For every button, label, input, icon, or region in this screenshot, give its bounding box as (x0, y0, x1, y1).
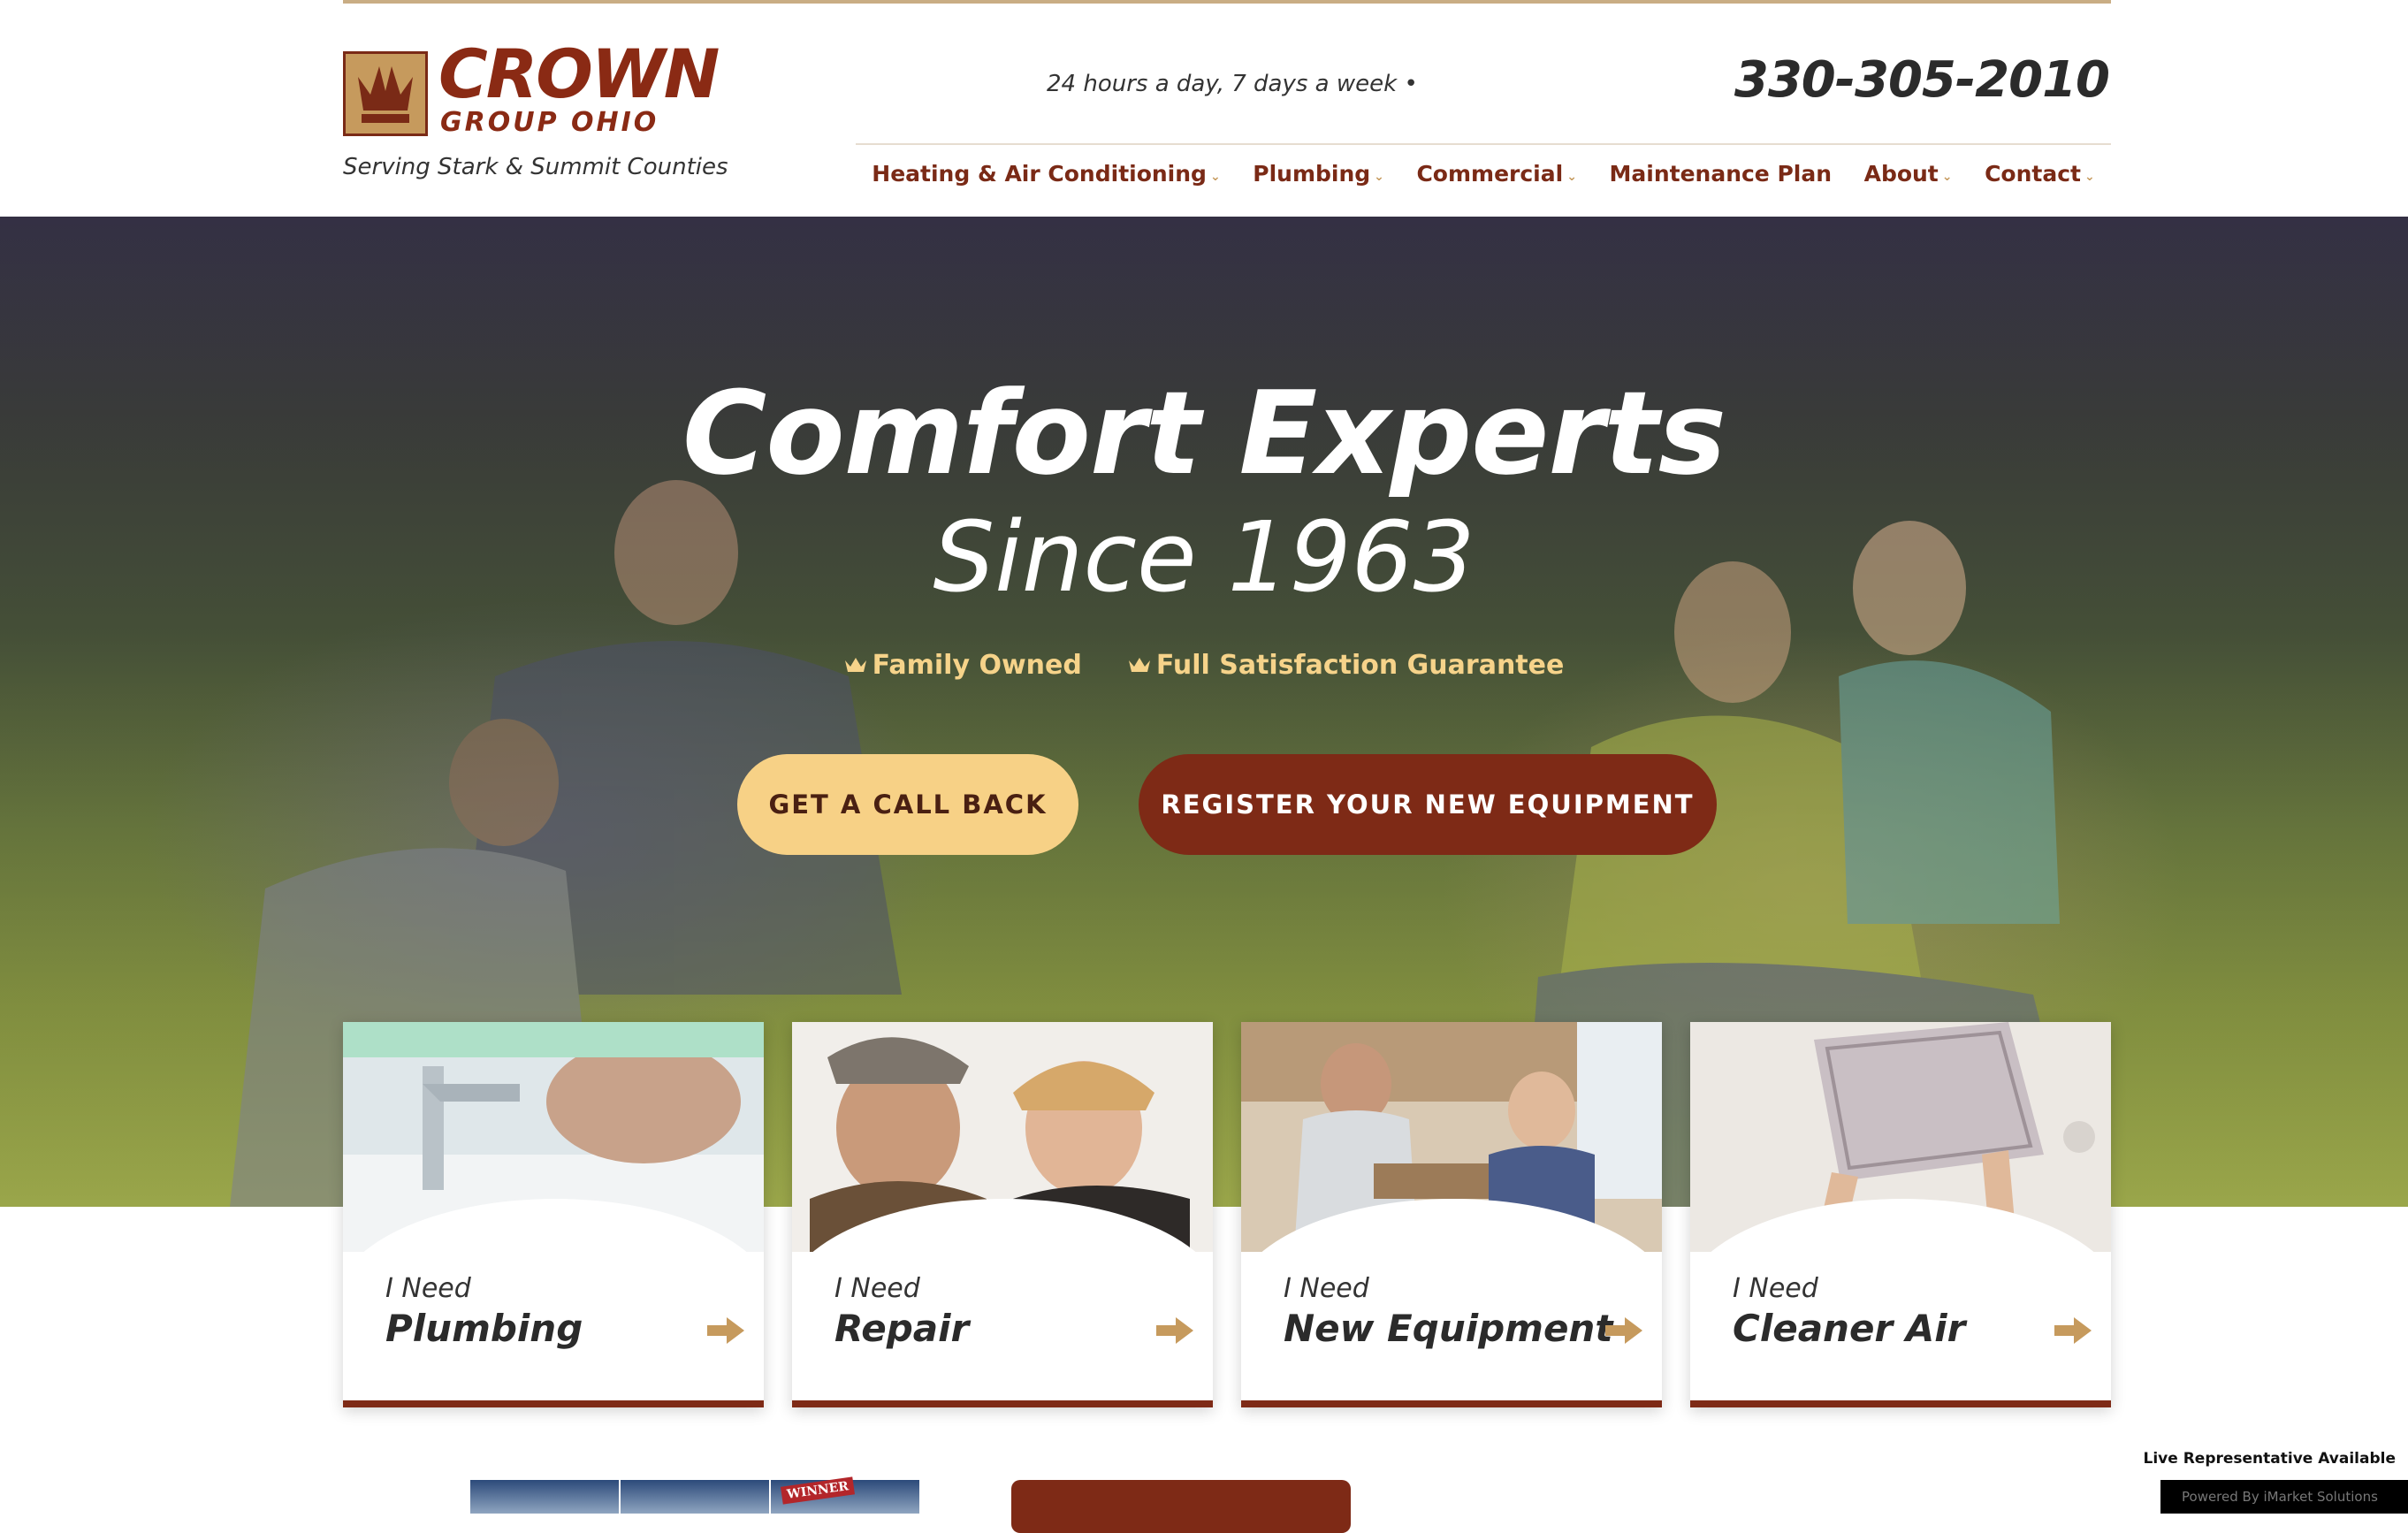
nav-divider (856, 143, 2111, 145)
nav-item-about[interactable]: About ⌄ (1864, 161, 1953, 187)
chevron-down-icon: ⌄ (1566, 169, 1577, 184)
crown-icon (844, 657, 866, 672)
card-prefix: I Need (1284, 1273, 1369, 1304)
badge-label: Full Satisfaction Guarantee (1155, 650, 1565, 681)
top-accent-line (343, 0, 2111, 4)
service-card-cleaner-air[interactable]: I Need Cleaner Air (1690, 1022, 2111, 1407)
card-prefix: I Need (1733, 1273, 1818, 1304)
chat-widget-bar[interactable]: Powered By iMarket Solutions (2160, 1480, 2408, 1514)
nav-item-contact[interactable]: Contact ⌄ (1985, 161, 2095, 187)
chat-powered-by: Powered By iMarket Solutions (2182, 1489, 2378, 1505)
hero-subtitle: Since 1963 (933, 500, 1475, 614)
nav-item-plumbing[interactable]: Plumbing ⌄ (1253, 161, 1384, 187)
nav-item-label: Heating & Air Conditioning (872, 161, 1207, 187)
hero-badges: Family Owned Full Satisfaction Guarantee (0, 650, 2408, 681)
chevron-down-icon: ⌄ (1374, 169, 1384, 184)
crown-icon (343, 51, 428, 136)
chevron-down-icon: ⌄ (1209, 169, 1221, 184)
nav-item-label: Maintenance Plan (1609, 161, 1833, 187)
nav-item-label: Contact (1985, 161, 2081, 187)
arrow-right-icon (707, 1317, 744, 1344)
nav-item-label: Commercial (1416, 161, 1564, 187)
hours-text: 24 hours a day, 7 days a week • (1047, 71, 1418, 97)
nav-item-label: About (1863, 161, 1939, 187)
phone-number-link[interactable]: 330-305-2010 (1734, 53, 2110, 108)
arrow-right-icon (2054, 1317, 2092, 1344)
badge-family-owned: Family Owned (844, 650, 1082, 681)
service-area-tagline: Serving Stark & Summit Counties (343, 154, 728, 180)
card-title: Plumbing (385, 1307, 583, 1350)
hero-title: Comfort Experts (682, 366, 1726, 500)
get-call-back-button[interactable]: GET A CALL BACK (737, 754, 1078, 855)
badge-satisfaction-guarantee: Full Satisfaction Guarantee (1128, 650, 1564, 681)
arrow-right-icon (1605, 1317, 1642, 1344)
award-image (470, 1480, 619, 1514)
crown-logo[interactable]: CROWN GROUP OHIO (343, 41, 794, 140)
award-image (621, 1480, 769, 1514)
chevron-down-icon: ⌄ (2084, 169, 2095, 184)
service-card-new-equipment[interactable]: I Need New Equipment (1241, 1022, 1662, 1407)
nav-item-heating-air[interactable]: Heating & Air Conditioning ⌄ (872, 161, 1220, 187)
card-prefix: I Need (385, 1273, 471, 1304)
nav-item-commercial[interactable]: Commercial ⌄ (1416, 161, 1576, 187)
card-prefix: I Need (834, 1273, 920, 1304)
card-title: New Equipment (1284, 1307, 1613, 1350)
card-title: Repair (834, 1307, 970, 1350)
service-card-plumbing[interactable]: I Need Plumbing (343, 1022, 764, 1407)
nav-item-maintenance-plan[interactable]: Maintenance Plan (1610, 161, 1833, 187)
logo-subtitle: GROUP OHIO (440, 107, 659, 138)
crown-icon (1128, 657, 1150, 672)
nav-item-label: Plumbing (1253, 161, 1371, 187)
card-title: Cleaner Air (1733, 1307, 1966, 1350)
chevron-down-icon: ⌄ (1941, 169, 1953, 184)
review-rating-badge[interactable] (1011, 1480, 1351, 1533)
badge-label: Family Owned (872, 650, 1082, 681)
service-card-repair[interactable]: I Need Repair (792, 1022, 1213, 1407)
arrow-right-icon (1156, 1317, 1193, 1344)
register-equipment-button[interactable]: REGISTER YOUR NEW EQUIPMENT (1139, 754, 1717, 855)
logo-wordmark: CROWN (438, 34, 720, 113)
main-nav: Heating & Air Conditioning ⌄ Plumbing ⌄ … (856, 161, 2111, 187)
chat-status-label: Live Representative Available (2143, 1450, 2396, 1468)
